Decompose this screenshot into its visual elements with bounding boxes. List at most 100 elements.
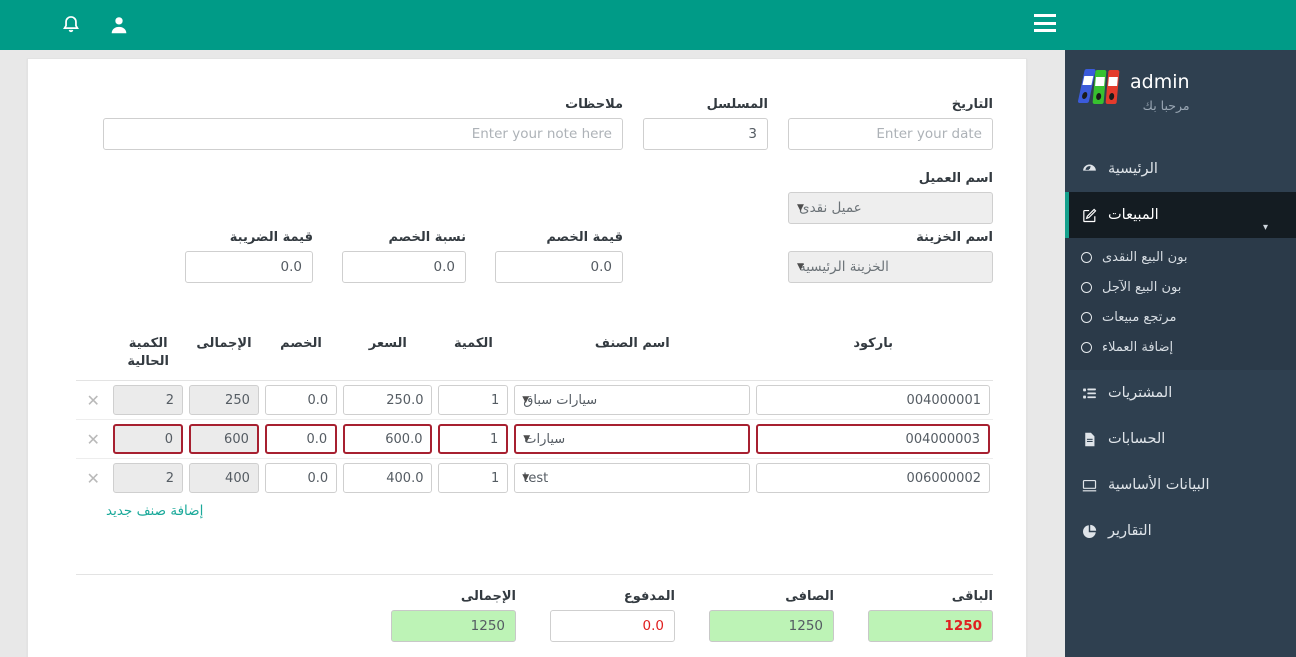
chevron-down-icon: ▼: [523, 434, 531, 445]
field-date: التاريخ: [788, 97, 993, 150]
row-current-qty-input: [113, 424, 184, 455]
hamburger-icon[interactable]: [1034, 14, 1056, 32]
row-barcode-input[interactable]: [756, 424, 990, 455]
sidebar-subitem-cash-sale[interactable]: بون البيع النقدى: [1065, 242, 1296, 272]
label-safe: اسم الخزينة: [916, 230, 993, 245]
hamburger-bar: [1034, 14, 1056, 17]
label-client: اسم العميل: [918, 171, 993, 186]
totals-row: الباقى الصافى المدفوع الإجمالى: [76, 589, 993, 642]
row-barcode-input[interactable]: [756, 463, 990, 494]
row-discount-input[interactable]: [264, 463, 338, 494]
remove-icon[interactable]: ✕: [86, 391, 99, 410]
field-paid: المدفوع: [550, 589, 675, 642]
file-icon: [1081, 431, 1098, 448]
paid-input[interactable]: [550, 610, 675, 642]
sidebar: admin مرحبا بك الرئيسية المبيعات ▾ بون ا…: [1065, 50, 1296, 657]
field-discount-percent: نسبة الخصم: [342, 230, 466, 283]
sidebar-subitem-label: مرتجع مبيعات: [1102, 309, 1177, 325]
chevron-down-icon: ▾: [1262, 222, 1268, 233]
chevron-down-icon: ▼: [522, 395, 530, 406]
sidebar-item-sales[interactable]: المبيعات ▾: [1065, 192, 1296, 238]
field-client: اسم العميل ▼ عميل نقدى: [788, 171, 993, 224]
remaining-input: [868, 610, 993, 642]
sidebar-item-label: الرئيسية: [1108, 161, 1158, 177]
sidebar-subitem-label: إضافة العملاء: [1102, 339, 1174, 355]
field-note: ملاحظات: [103, 97, 623, 150]
chevron-down-icon: ▼: [522, 473, 530, 484]
tax-value-input[interactable]: [185, 251, 313, 283]
th-price: السعر: [340, 329, 436, 382]
field-remaining: الباقى: [868, 589, 993, 642]
cell-current-qty: [110, 459, 186, 498]
remove-icon[interactable]: ✕: [86, 469, 99, 488]
label-net: الصافى: [785, 589, 834, 604]
cell-barcode: [753, 459, 993, 498]
field-safe: اسم الخزينة ▼ الخزينة الرئيسية: [788, 230, 993, 283]
label-note: ملاحظات: [565, 97, 623, 112]
row-item-select[interactable]: ▼ test: [514, 463, 751, 494]
radio-icon: [1081, 251, 1092, 263]
row-item-value: سيارات: [524, 431, 566, 447]
sidebar-item-home[interactable]: الرئيسية: [1065, 146, 1296, 192]
sidebar-item-label: التقارير: [1108, 523, 1152, 539]
field-grand-total: الإجمالى: [391, 589, 516, 642]
th-discount: الخصم: [261, 329, 341, 382]
row-item-select[interactable]: ▼ سيارات: [514, 424, 751, 455]
remove-icon[interactable]: ✕: [86, 430, 99, 449]
row-quantity-input[interactable]: [438, 385, 509, 416]
invoice-form: التاريخ المسلسل ملاحظات اسم العميل ▼ عمي…: [28, 59, 1026, 642]
items-table-body: ▼ سيارات سباق: [76, 380, 993, 498]
cell-current-qty: [110, 419, 187, 460]
cell-price: [340, 380, 436, 421]
sidebar-submenu-sales: بون البيع النقدى بون البيع الآجل مرتجع م…: [1065, 238, 1296, 370]
row-price-input[interactable]: [343, 424, 433, 455]
radio-icon: [1081, 341, 1092, 353]
row-quantity-input[interactable]: [438, 424, 509, 455]
sidebar-subitem-credit-sale[interactable]: بون البيع الآجل: [1065, 272, 1296, 302]
row-price-input[interactable]: [343, 385, 433, 416]
row-item-select[interactable]: ▼ سيارات سباق: [514, 385, 751, 416]
user-icon[interactable]: [108, 13, 130, 37]
sidebar-subitem-sales-return[interactable]: مرتجع مبيعات: [1065, 302, 1296, 332]
label-serial: المسلسل: [706, 97, 768, 112]
note-input[interactable]: [103, 118, 623, 150]
sidebar-subitem-add-customers[interactable]: إضافة العملاء: [1065, 332, 1296, 362]
th-barcode: باركود: [753, 329, 993, 382]
row-price-input[interactable]: [343, 463, 433, 494]
binders-logo: [1077, 69, 1120, 104]
sidebar-item-label: المشتريات: [1108, 385, 1173, 401]
discount-percent-input[interactable]: [342, 251, 466, 283]
label-tax-value: قيمة الضريبة: [229, 230, 313, 245]
row-discount-input[interactable]: [264, 385, 338, 416]
discount-value-input[interactable]: [495, 251, 623, 283]
row-total-input: [189, 424, 259, 455]
sidebar-subitem-label: بون البيع الآجل: [1102, 279, 1182, 295]
row-quantity-input[interactable]: [438, 463, 509, 494]
row-barcode-input[interactable]: [756, 385, 990, 416]
add-new-item-link[interactable]: إضافة صنف جديد: [76, 503, 993, 519]
row-total-input: [189, 463, 259, 494]
sidebar-item-label: المبيعات: [1108, 207, 1159, 223]
sidebar-item-reports[interactable]: التقارير: [1065, 508, 1296, 554]
totals-divider: [76, 574, 993, 575]
date-input[interactable]: [788, 118, 993, 150]
table-header-row: باركود اسم الصنف الكمية السعر الخصم الإج…: [76, 329, 993, 382]
net-input: [709, 610, 834, 642]
cell-barcode: [753, 380, 993, 421]
cell-remove: ✕: [76, 459, 110, 498]
cell-price: [340, 419, 436, 460]
sidebar-item-master-data[interactable]: البيانات الأساسية: [1065, 462, 1296, 508]
th-total: الإجمالى: [186, 329, 262, 382]
label-date: التاريخ: [951, 97, 993, 112]
sidebar-item-purchases[interactable]: المشتريات: [1065, 370, 1296, 416]
safe-select[interactable]: ▼ الخزينة الرئيسية: [788, 251, 993, 283]
sidebar-item-accounts[interactable]: الحسابات: [1065, 416, 1296, 462]
client-select[interactable]: ▼ عميل نقدى: [788, 192, 993, 224]
cell-quantity: [435, 380, 512, 421]
row-item-value: سيارات سباق: [523, 392, 598, 408]
row-discount-input[interactable]: [264, 424, 338, 455]
field-tax-value: قيمة الضريبة: [185, 230, 313, 283]
th-quantity: الكمية: [435, 329, 512, 382]
bell-icon[interactable]: [60, 13, 82, 37]
serial-input[interactable]: [643, 118, 768, 150]
